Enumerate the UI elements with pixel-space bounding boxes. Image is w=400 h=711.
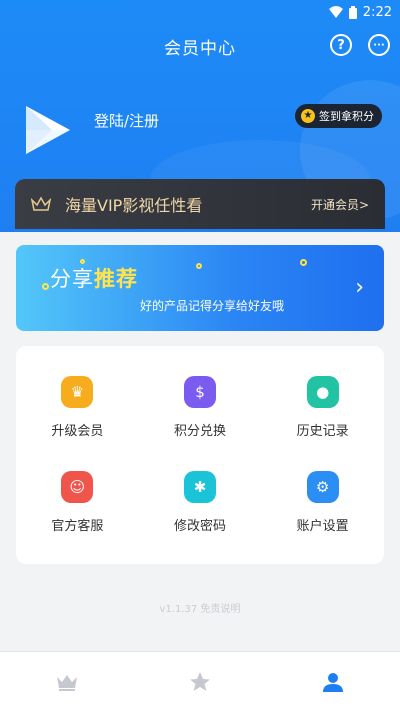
grid-item-points[interactable]: $ 积分兑换 — [139, 360, 262, 455]
customer-service-icon: ☺ — [61, 471, 94, 503]
grid-label: 升级会员 — [51, 424, 104, 439]
checkin-button[interactable]: ★ 签到拿积分 — [295, 104, 382, 128]
user-icon — [323, 672, 344, 692]
password-icon: ✱ — [183, 471, 216, 503]
account-settings-icon: ⚙ — [306, 471, 339, 503]
grid-label: 历史记录 — [296, 424, 349, 439]
checkin-label: 签到拿积分 — [319, 110, 374, 123]
share-title-plain: 分享 — [50, 267, 94, 291]
share-banner[interactable]: 分享推荐 好的产品记得分享给好友哦 › — [16, 245, 384, 331]
decor-dot — [300, 259, 307, 266]
vip-slogan: 海量VIP影视任性看 — [65, 196, 203, 215]
decor-dot — [42, 283, 49, 290]
star-badge-icon: ★ — [301, 109, 315, 123]
app-bar: 会员中心 ? ··· — [0, 24, 400, 68]
vip-banner[interactable]: 海量VIP影视任性看 开通会员> — [15, 179, 385, 229]
profile-section[interactable]: 登陆/注册 — [22, 104, 159, 156]
status-time: 2:22 — [362, 4, 392, 20]
share-title-highlight: 推荐 — [94, 267, 138, 291]
status-bar: 2:22 — [0, 0, 400, 24]
open-vip-button[interactable]: 开通会员> — [311, 196, 369, 213]
share-title: 分享推荐 — [50, 263, 138, 293]
grid-label: 官方客服 — [51, 519, 104, 534]
bottom-tab-bar — [0, 651, 400, 711]
tab-star[interactable] — [170, 662, 230, 702]
grid-label: 修改密码 — [173, 519, 226, 534]
grid-label: 账户设置 — [296, 519, 349, 534]
header-actions: ? ··· — [330, 34, 390, 56]
points-bag-icon: $ — [183, 376, 216, 408]
tab-crown[interactable] — [37, 662, 97, 702]
grid-item-history[interactable]: ● 历史记录 — [261, 360, 384, 455]
feature-grid: ♛ 升级会员 $ 积分兑换 ● 历史记录 ☺ 官方客服 ✱ 修改密码 ⚙ 账户设… — [16, 346, 384, 564]
app-logo-icon — [26, 106, 70, 154]
grid-item-settings[interactable]: ⚙ 账户设置 — [261, 455, 384, 550]
star-icon — [189, 671, 210, 691]
tab-user[interactable] — [303, 662, 363, 702]
crown-icon — [31, 196, 51, 211]
chevron-right-icon: › — [355, 275, 364, 300]
share-subtitle: 好的产品记得分享给好友哦 — [140, 299, 285, 313]
history-footprint-icon: ● — [306, 376, 339, 408]
crown-icon — [56, 674, 77, 691]
wifi-icon — [328, 6, 343, 18]
page-title: 会员中心 — [164, 38, 236, 59]
login-register-link[interactable]: 登陆/注册 — [94, 110, 159, 131]
version-disclaimer[interactable]: v1.1.37 免责说明 — [0, 600, 400, 615]
battery-icon — [348, 5, 357, 19]
chat-icon[interactable]: ··· — [368, 34, 390, 56]
grid-item-upgrade[interactable]: ♛ 升级会员 — [16, 360, 139, 455]
decor-dot — [196, 263, 202, 269]
grid-label: 积分兑换 — [173, 424, 226, 439]
question-icon[interactable]: ? — [330, 34, 352, 56]
grid-item-service[interactable]: ☺ 官方客服 — [16, 455, 139, 550]
grid-item-password[interactable]: ✱ 修改密码 — [139, 455, 262, 550]
upgrade-icon: ♛ — [61, 376, 94, 408]
